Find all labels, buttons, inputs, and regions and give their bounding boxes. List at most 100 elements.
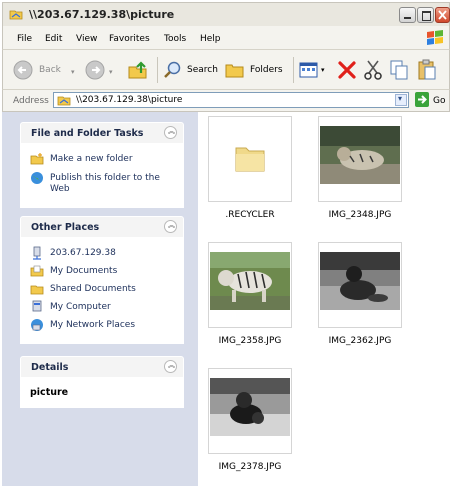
- back-label: Back: [39, 65, 61, 75]
- paste-icon: [418, 59, 436, 80]
- documents-folder-icon: [30, 265, 44, 277]
- forward-button[interactable]: [85, 57, 107, 83]
- folders-icon: [225, 64, 244, 78]
- toolbar: Back ▾ ▾ Search Folders ▾: [2, 50, 450, 90]
- search-label: Search: [187, 65, 218, 75]
- place-label: Shared Documents: [50, 284, 136, 294]
- menu-edit[interactable]: Edit: [45, 34, 62, 44]
- up-folder-icon: [128, 61, 147, 79]
- tiger-photo-thumbnail: [210, 252, 290, 310]
- file-folder-tasks-panel: File and Folder Tasks ︽ Make a new folde…: [20, 122, 184, 208]
- collapse-button[interactable]: ︽: [164, 360, 177, 373]
- close-button[interactable]: [435, 7, 450, 23]
- panel-body: 203.67.129.38 My Documents Shared Docume…: [20, 238, 184, 344]
- panel-title: Other Places: [31, 222, 100, 233]
- menu-favorites[interactable]: Favorites: [109, 34, 150, 44]
- panel-body: Make a new folder Publish this folder to…: [20, 144, 184, 208]
- toolbar-separator: [293, 57, 294, 83]
- computer-icon: [32, 300, 42, 312]
- network-folder-icon: [57, 96, 71, 106]
- details-panel: Details ︽ picture: [20, 356, 184, 408]
- views-dropdown-icon: ▾: [321, 66, 325, 74]
- panel-header[interactable]: Details ︽: [20, 356, 184, 378]
- title-bar: \\203.67.129.38\picture: [2, 2, 450, 26]
- search-icon: [164, 61, 181, 78]
- menu-bar: File Edit View Favorites Tools Help: [2, 26, 450, 50]
- minimize-icon: [404, 17, 411, 19]
- maximize-button[interactable]: [417, 7, 434, 23]
- menu-help[interactable]: Help: [200, 34, 221, 44]
- copy-icon: [390, 60, 408, 80]
- go-label[interactable]: Go: [433, 96, 445, 106]
- copy-button[interactable]: [389, 57, 409, 83]
- menu-tools[interactable]: Tools: [164, 34, 186, 44]
- panel-title: File and Folder Tasks: [31, 128, 144, 139]
- go-button[interactable]: [415, 92, 429, 107]
- network-folder-icon: [9, 10, 23, 20]
- task-pane: File and Folder Tasks ︽ Make a new folde…: [2, 112, 198, 486]
- panel-body: picture: [20, 378, 184, 408]
- menu-view[interactable]: View: [76, 34, 97, 44]
- views-button[interactable]: ▾: [299, 57, 329, 83]
- address-value: \\203.67.129.38\picture: [76, 95, 183, 105]
- folder-icon: [235, 147, 265, 172]
- double-chevron-up-icon: ︽: [168, 361, 175, 369]
- other-places-panel: Other Places ︽ 203.67.129.38 My Document…: [20, 216, 184, 344]
- file-name: IMG_2348.JPG: [328, 210, 392, 220]
- minimize-button[interactable]: [399, 7, 416, 23]
- toolbar-separator: [157, 57, 158, 83]
- new-folder-icon: [30, 153, 44, 165]
- back-arrow-icon: [13, 60, 33, 80]
- views-icon: [299, 62, 318, 78]
- chevron-down-icon: ▾: [398, 94, 403, 103]
- back-dropdown-icon[interactable]: ▾: [71, 68, 75, 76]
- back-button[interactable]: Back: [13, 57, 69, 83]
- windows-logo-icon: [427, 30, 443, 45]
- task-label: Make a new folder: [50, 154, 133, 164]
- collapse-button[interactable]: ︽: [164, 126, 177, 139]
- delete-icon: [338, 61, 356, 79]
- details-folder-name: picture: [30, 387, 69, 398]
- panel-title: Details: [31, 362, 69, 373]
- network-places-icon: [31, 319, 43, 331]
- file-view: .RECYCLER IMG_2348.JPG IMG_2358.JPG IMG_…: [198, 112, 450, 486]
- place-label: My Network Places: [50, 320, 136, 330]
- go-arrow-icon: [418, 95, 427, 104]
- file-name: IMG_2378.JPG: [218, 462, 282, 472]
- shared-folder-icon: [30, 285, 44, 295]
- forward-dropdown-icon[interactable]: ▾: [109, 68, 113, 76]
- animal-photo-thumbnail: [210, 378, 290, 436]
- network-computer-icon: [33, 246, 41, 260]
- address-input[interactable]: \\203.67.129.38\picture ▾: [53, 92, 409, 108]
- place-label: 203.67.129.38: [50, 248, 116, 258]
- close-icon: [438, 10, 447, 20]
- file-name: .RECYCLER: [225, 210, 275, 220]
- maximize-icon: [422, 11, 431, 21]
- address-dropdown-button[interactable]: ▾: [395, 94, 407, 106]
- tiger-photo-thumbnail: [320, 126, 400, 184]
- collapse-button[interactable]: ︽: [164, 220, 177, 233]
- address-bar: Address \\203.67.129.38\picture ▾ Go: [2, 90, 450, 112]
- double-chevron-up-icon: ︽: [168, 221, 175, 229]
- menu-file[interactable]: File: [17, 34, 32, 44]
- up-folder-button[interactable]: [127, 57, 149, 83]
- task-label: Publish this folder to the Web: [50, 173, 160, 194]
- place-label: My Computer: [50, 302, 111, 312]
- address-label: Address: [13, 96, 49, 106]
- folders-button[interactable]: Folders: [225, 57, 287, 83]
- file-name: IMG_2362.JPG: [328, 336, 392, 346]
- paste-button[interactable]: [417, 57, 437, 83]
- search-button[interactable]: Search: [163, 57, 221, 83]
- scissors-icon: [364, 60, 382, 80]
- animal-photo-thumbnail: [320, 252, 400, 310]
- folders-label: Folders: [250, 65, 283, 75]
- panel-header[interactable]: File and Folder Tasks ︽: [20, 122, 184, 144]
- file-name: IMG_2358.JPG: [218, 336, 282, 346]
- panel-header[interactable]: Other Places ︽: [20, 216, 184, 238]
- cut-button[interactable]: [363, 57, 383, 83]
- forward-arrow-icon: [85, 60, 105, 80]
- place-label: My Documents: [50, 266, 118, 276]
- double-chevron-up-icon: ︽: [168, 127, 175, 135]
- globe-icon: [31, 172, 43, 184]
- delete-button[interactable]: [337, 57, 357, 83]
